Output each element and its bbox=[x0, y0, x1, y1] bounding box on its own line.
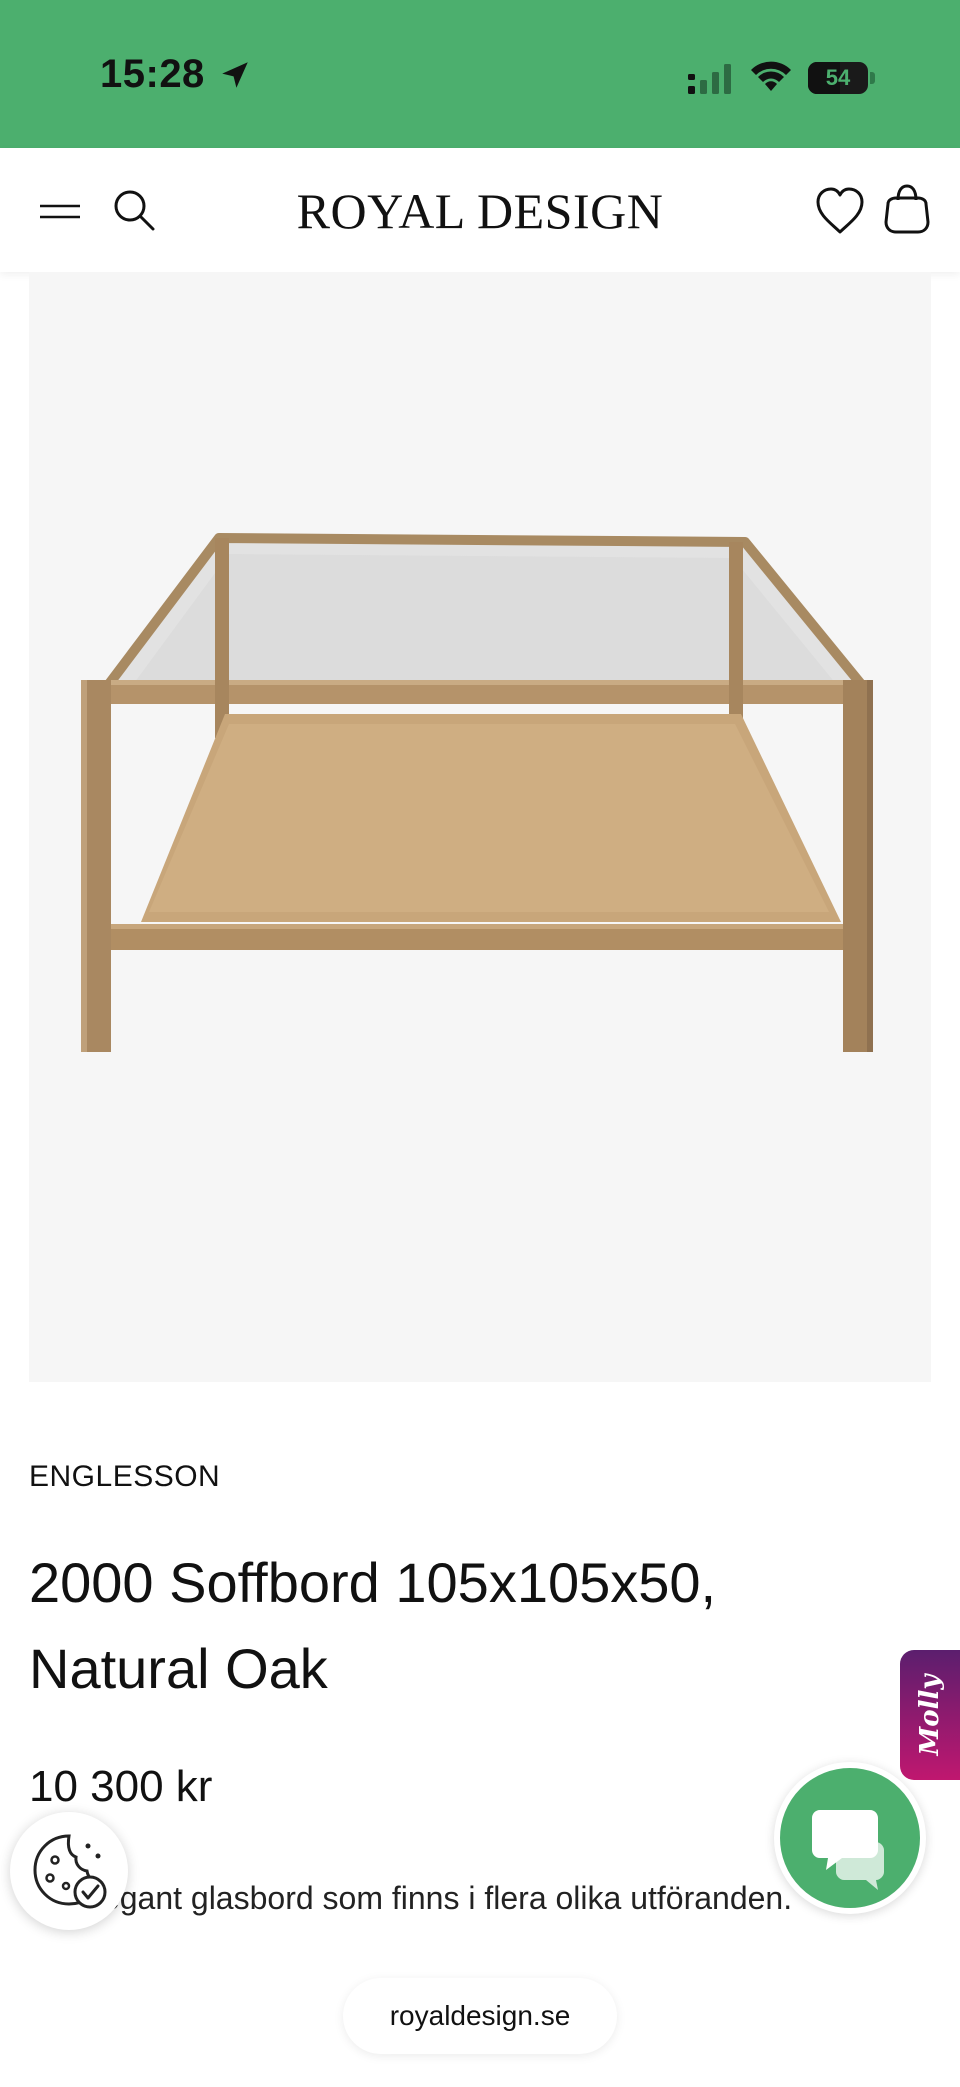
battery-cap bbox=[870, 72, 875, 84]
product-brand[interactable]: ENGLESSON bbox=[29, 1460, 220, 1494]
wifi-icon bbox=[751, 61, 791, 91]
chat-button[interactable] bbox=[774, 1762, 926, 1914]
cookie-settings-icon bbox=[33, 1834, 107, 1909]
battery-body: 54 bbox=[808, 62, 868, 94]
browser-url-bar[interactable]: royaldesign.se bbox=[343, 1978, 617, 2054]
heart-icon[interactable] bbox=[814, 186, 866, 236]
glass-coffee-table-image bbox=[81, 533, 873, 1052]
chat-bubbles-icon bbox=[812, 1810, 884, 1890]
site-header: ROYAL DESIGN bbox=[0, 148, 960, 272]
battery-indicator: 54 bbox=[808, 62, 875, 94]
status-time: 15:28 bbox=[100, 52, 205, 96]
cellular-signal-icon bbox=[688, 64, 731, 94]
cookie-settings-button[interactable] bbox=[10, 1812, 128, 1930]
product-price: 10 300 kr bbox=[29, 1762, 213, 1811]
location-arrow-icon bbox=[222, 62, 248, 88]
molly-label: Molly bbox=[915, 1674, 945, 1756]
shopping-bag-icon[interactable] bbox=[882, 182, 932, 236]
molly-assistant-tab[interactable]: Molly bbox=[900, 1650, 960, 1780]
status-bar: 15:28 54 bbox=[0, 0, 960, 148]
battery-level: 54 bbox=[825, 65, 851, 90]
product-image[interactable] bbox=[29, 272, 931, 1382]
product-title: 2000 Soffbord 105x105x50, Natural Oak bbox=[29, 1551, 717, 1700]
